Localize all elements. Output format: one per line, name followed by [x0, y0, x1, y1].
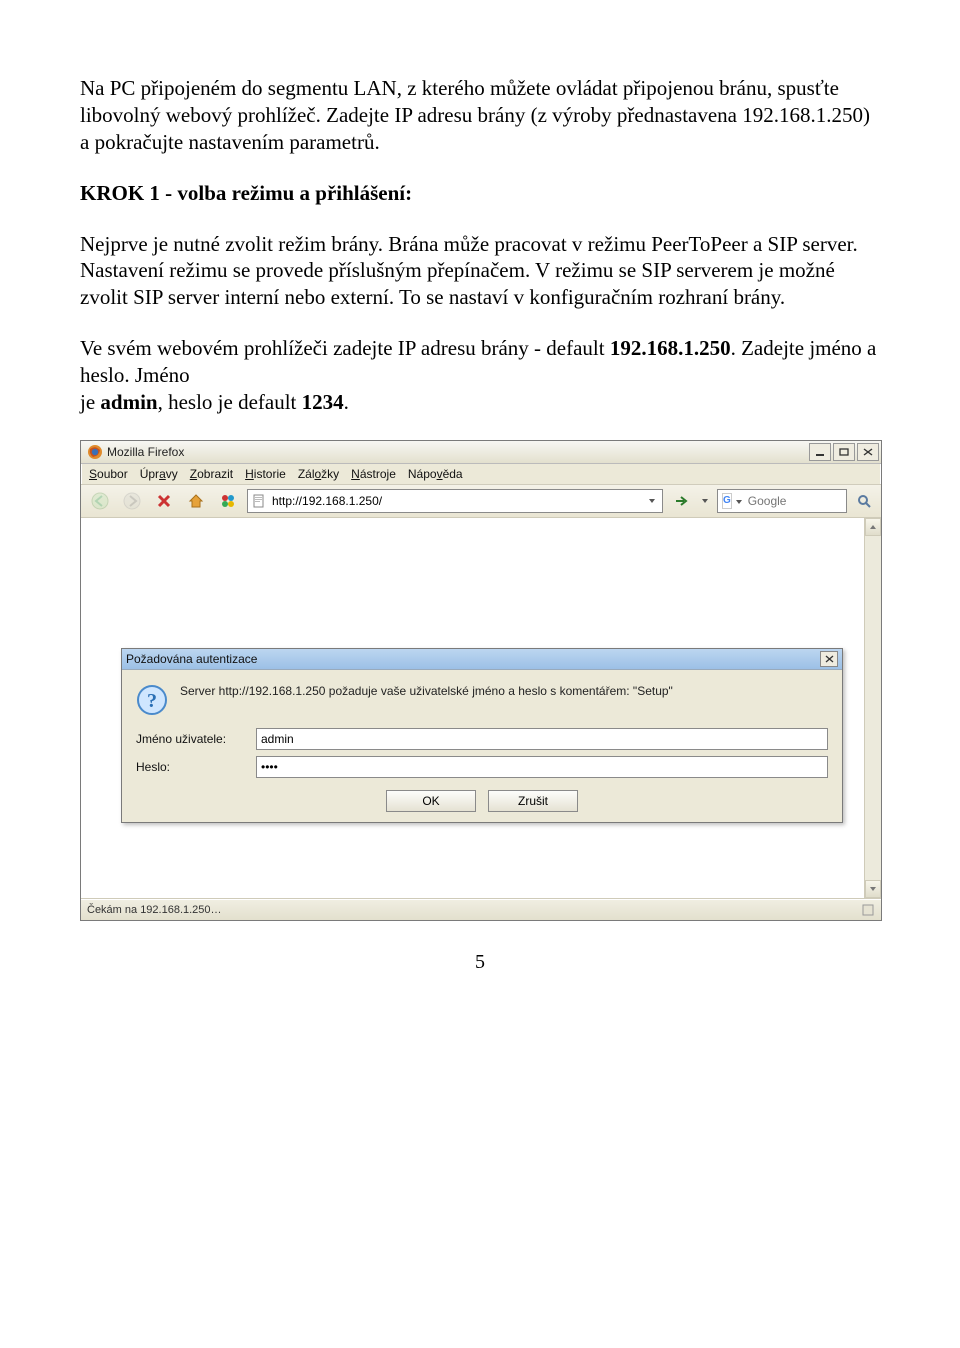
- scroll-down-button[interactable]: [865, 880, 881, 898]
- security-icon: [861, 903, 875, 917]
- stop-button[interactable]: [151, 489, 177, 513]
- default-user: admin: [100, 390, 157, 414]
- forward-button[interactable]: [119, 489, 145, 513]
- paragraph-intro: Na PC připojeném do segmentu LAN, z kter…: [80, 75, 880, 156]
- username-input[interactable]: [256, 728, 828, 750]
- question-icon: ?: [136, 684, 168, 716]
- search-button[interactable]: [853, 490, 875, 512]
- back-button[interactable]: [87, 489, 113, 513]
- dialog-message: Server http://192.168.1.250 požaduje vaš…: [180, 684, 828, 698]
- password-label: Heslo:: [136, 760, 246, 774]
- password-input[interactable]: [256, 756, 828, 778]
- menu-nastroje[interactable]: Nástroje: [351, 467, 396, 481]
- firefox-window: Mozilla Firefox Soubor Úpravy Zobrazit H…: [80, 440, 882, 921]
- go-button[interactable]: [669, 489, 695, 513]
- go-dropdown-icon[interactable]: [701, 494, 711, 508]
- page-number: 5: [80, 951, 880, 974]
- search-bar[interactable]: G: [717, 489, 847, 513]
- status-text: Čekám na 192.168.1.250…: [87, 904, 222, 916]
- svg-text:?: ?: [147, 690, 157, 712]
- menu-napoveda[interactable]: Nápověda: [408, 467, 463, 481]
- search-dropdown-icon[interactable]: [736, 494, 742, 508]
- google-icon: G: [722, 493, 732, 509]
- window-maximize-button[interactable]: [833, 443, 855, 461]
- text: je: [80, 390, 100, 414]
- dialog-titlebar: Požadována autentizace: [122, 649, 842, 670]
- url-input[interactable]: [270, 493, 646, 509]
- scroll-track[interactable]: [865, 536, 881, 880]
- step1-heading: KROK 1 - volba režimu a přihlášení:: [80, 180, 880, 207]
- scroll-up-button[interactable]: [865, 518, 881, 536]
- dropdown-icon[interactable]: [648, 494, 656, 508]
- window-title: Mozilla Firefox: [107, 445, 809, 459]
- menu-soubor[interactable]: Soubor: [89, 467, 128, 481]
- dialog-title: Požadována autentizace: [126, 652, 820, 666]
- menu-zobrazit[interactable]: Zobrazit: [190, 467, 233, 481]
- addon-button[interactable]: [215, 489, 241, 513]
- text: .: [344, 390, 349, 414]
- text: , heslo je default: [158, 390, 302, 414]
- menubar: Soubor Úpravy Zobrazit Historie Záložky …: [81, 464, 881, 485]
- paragraph-login: Ve svém webovém prohlížeči zadejte IP ad…: [80, 335, 880, 416]
- toolbar: G: [81, 485, 881, 518]
- search-input[interactable]: [746, 493, 905, 509]
- text: Ve svém webovém prohlížeči zadejte IP ad…: [80, 336, 610, 360]
- cancel-button[interactable]: Zrušit: [488, 790, 578, 812]
- paragraph-mode: Nejprve je nutné zvolit režim brány. Brá…: [80, 231, 880, 312]
- auth-dialog: Požadována autentizace ? Server http://1…: [121, 648, 843, 823]
- vertical-scrollbar[interactable]: [864, 518, 881, 898]
- firefox-icon: [87, 444, 103, 460]
- menu-upravy[interactable]: Úpravy: [140, 467, 178, 481]
- default-pass: 1234: [302, 390, 344, 414]
- url-bar[interactable]: [247, 489, 663, 513]
- home-button[interactable]: [183, 489, 209, 513]
- ok-button[interactable]: OK: [386, 790, 476, 812]
- window-minimize-button[interactable]: [809, 443, 831, 461]
- browser-content: Požadována autentizace ? Server http://1…: [81, 518, 881, 899]
- dialog-close-button[interactable]: [820, 651, 838, 667]
- statusbar: Čekám na 192.168.1.250…: [81, 899, 881, 920]
- menu-zalozky[interactable]: Záložky: [298, 467, 339, 481]
- menu-historie[interactable]: Historie: [245, 467, 286, 481]
- page-icon: [252, 494, 266, 508]
- username-label: Jméno uživatele:: [136, 732, 246, 746]
- window-close-button[interactable]: [857, 443, 879, 461]
- default-ip: 192.168.1.250: [610, 336, 731, 360]
- window-titlebar: Mozilla Firefox: [81, 441, 881, 464]
